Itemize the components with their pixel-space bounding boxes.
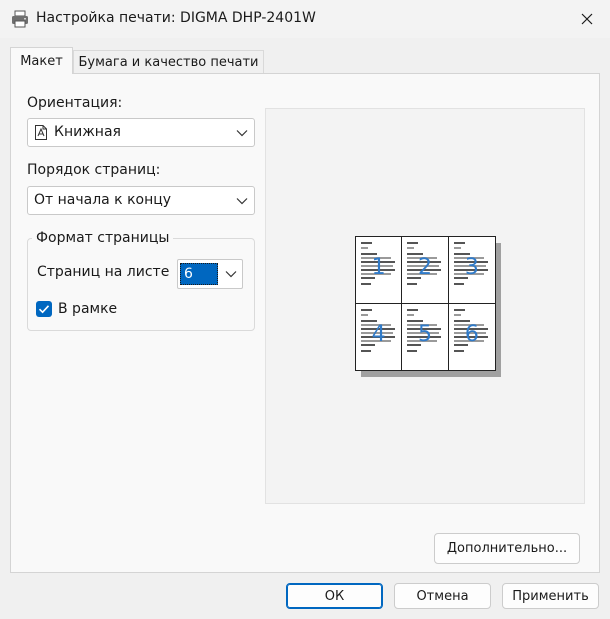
preview-text-line xyxy=(407,308,419,311)
chevron-down-icon xyxy=(236,198,248,205)
close-button[interactable] xyxy=(564,0,610,38)
title-bar: Настройка печати: DIGMA DHP-2401W xyxy=(0,0,610,38)
window-title: Настройка печати: DIGMA DHP-2401W xyxy=(36,10,316,26)
printer-icon xyxy=(12,10,28,28)
preview-text-line xyxy=(453,313,461,316)
preview-text-line xyxy=(361,313,368,316)
preview-text-line xyxy=(407,247,415,249)
preview-text-line xyxy=(453,242,465,244)
preview-text-line xyxy=(453,283,464,285)
advanced-button-label: Дополнительно... xyxy=(446,541,568,556)
chevron-down-icon xyxy=(225,271,237,278)
page-order-label: Порядок страниц: xyxy=(27,162,161,178)
orientation-label: Ориентация: xyxy=(27,95,123,111)
pages-per-sheet-value: 6 xyxy=(180,263,218,285)
tab-layout[interactable]: Макет xyxy=(10,47,73,74)
pages-per-sheet-dropdown[interactable]: 6 xyxy=(177,259,243,289)
checkmark-icon xyxy=(38,305,50,314)
preview-text-line xyxy=(453,247,461,249)
preview-text-line xyxy=(453,349,464,352)
close-icon xyxy=(581,13,593,25)
portrait-page-icon xyxy=(35,125,47,140)
border-checkbox[interactable] xyxy=(36,301,52,317)
chevron-down-icon xyxy=(236,130,248,137)
preview-page-3: 3 xyxy=(448,237,495,304)
orientation-value: Книжная xyxy=(54,124,121,140)
preview-page-number: 6 xyxy=(464,321,479,347)
preview-text-line xyxy=(407,242,419,244)
preview-page-5: 5 xyxy=(402,303,449,370)
preview-page-number: 5 xyxy=(417,321,432,347)
page-order-value: От начала к концу xyxy=(34,192,172,208)
preview-text-line xyxy=(407,349,418,352)
preview-page-6: 6 xyxy=(449,304,495,371)
preview-page-number: 1 xyxy=(371,255,386,280)
pages-per-sheet-label: Страниц на листе xyxy=(37,264,170,280)
page-order-dropdown[interactable]: От начала к концу xyxy=(27,186,255,215)
preview-sheet: 1 2 3 4 5 6 xyxy=(355,236,496,371)
preview-text-line xyxy=(361,308,372,311)
preview-page-1: 1 xyxy=(356,237,403,304)
preview-text-line xyxy=(361,283,371,285)
cancel-button-label: Отмена xyxy=(416,588,469,604)
tab-paper-quality-label: Бумага и качество печати xyxy=(78,54,259,70)
preview-page-4: 4 xyxy=(356,303,403,370)
preview-text-line xyxy=(407,283,418,285)
page-format-group-label: Формат страницы xyxy=(32,230,174,246)
preview-text-line xyxy=(361,349,371,352)
advanced-button[interactable]: Дополнительно... xyxy=(434,533,580,564)
cancel-button[interactable]: Отмена xyxy=(394,583,491,609)
tab-layout-label: Макет xyxy=(20,53,63,69)
border-checkbox-label: В рамке xyxy=(58,301,118,317)
tab-paper-quality[interactable]: Бумага и качество печати xyxy=(73,50,264,73)
preview-page-number: 4 xyxy=(371,321,386,347)
orientation-dropdown[interactable]: Книжная xyxy=(27,118,255,147)
ok-button-label: ОК xyxy=(324,588,345,604)
preview-page-number: 3 xyxy=(464,255,479,280)
apply-button[interactable]: Применить xyxy=(502,583,599,609)
preview-text-line xyxy=(361,247,368,249)
preview-text-line xyxy=(361,242,372,244)
preview-text-line xyxy=(407,313,415,316)
preview-page-number: 2 xyxy=(417,255,432,280)
preview-page-2: 2 xyxy=(402,237,449,304)
apply-button-label: Применить xyxy=(512,588,589,604)
ok-button[interactable]: ОК xyxy=(286,583,383,609)
preview-text-line xyxy=(453,308,465,311)
